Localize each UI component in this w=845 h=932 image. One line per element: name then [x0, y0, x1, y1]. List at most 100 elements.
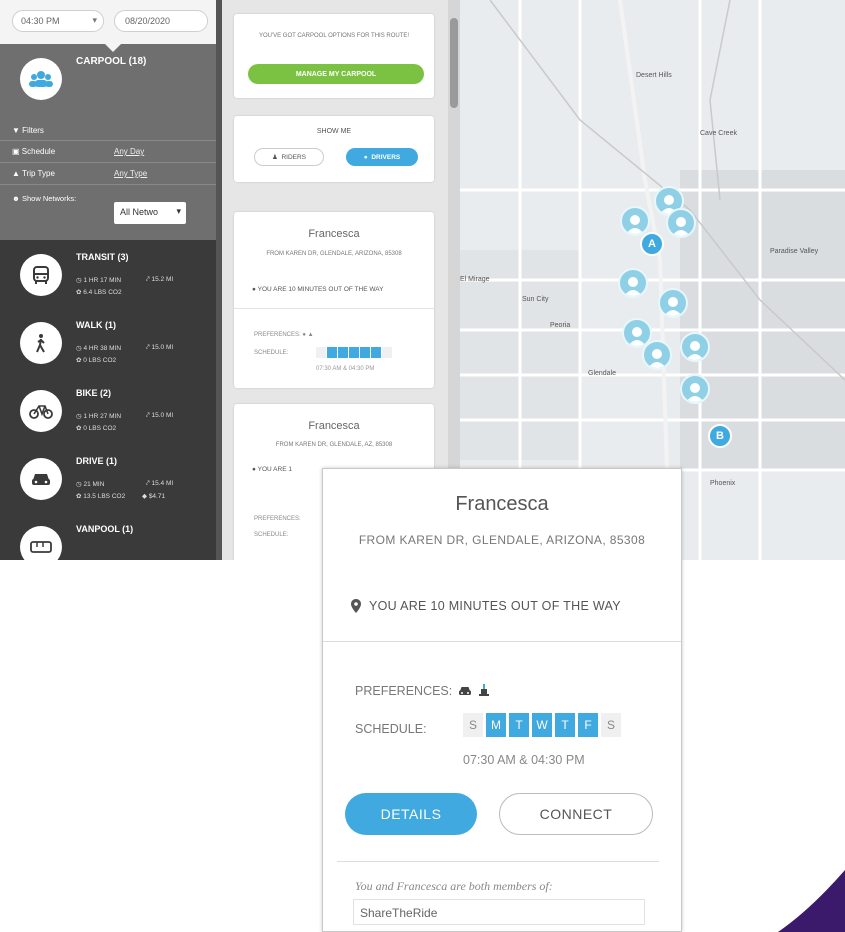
bus-icon: [20, 254, 62, 296]
day-monday: M: [486, 713, 506, 737]
mode-drive[interactable]: DRIVE (1) ◷ 21 MIN ⤤ 15.4 MI ✿ 13.5 LBS …: [0, 448, 222, 512]
map-label: Peoria: [550, 322, 571, 329]
divider: [337, 861, 659, 862]
bag-icon: ▲: [307, 332, 314, 338]
driver-avatar-pin[interactable]: [658, 288, 688, 318]
driver-from: FROM KAREN DR, GLENDALE, AZ, 85308: [275, 442, 393, 448]
preferences-label: PREFERENCES:: [355, 684, 453, 698]
shared-membership-text: You and Francesca are both members of:: [355, 879, 553, 893]
options-text: YOU'VE GOT CARPOOL OPTIONS FOR THIS ROUT…: [258, 33, 410, 39]
day-tuesday: T: [509, 713, 529, 737]
luggage-icon: [479, 684, 490, 696]
schedule-time: 07:30 AM & 04:30 PM: [463, 753, 585, 767]
leaf-icon: ✿: [76, 425, 82, 432]
day-wednesday: W: [532, 713, 552, 737]
time-value: 04:30 PM: [21, 16, 60, 26]
van-icon: [20, 526, 62, 560]
driver-away: ● YOU ARE 1: [252, 466, 292, 473]
carpool-icon: [20, 58, 62, 100]
drive-duration: ◷ 21 MIN: [76, 481, 105, 488]
schedule-label: SCHEDULE:: [355, 722, 427, 736]
driver-avatar-pin[interactable]: [620, 206, 650, 236]
route-icon: ⤤: [146, 344, 150, 351]
bike-icon: [20, 390, 62, 432]
date-value: 08/20/2020: [125, 16, 171, 26]
chevron-down-icon: ▾: [176, 206, 181, 216]
mode-vanpool[interactable]: VANPOOL (1): [0, 516, 222, 560]
mode-transit[interactable]: TRANSIT (3) ◷ 1 HR 17 MIN ⤤ 15.2 MI ✿ 6.…: [0, 244, 222, 308]
driver-avatar-pin[interactable]: [680, 374, 710, 404]
date-input[interactable]: 08/20/2020: [114, 10, 208, 32]
driver-name: Francesca: [308, 228, 360, 240]
location-pin-icon: ●: [252, 466, 256, 473]
schedule-filter-value[interactable]: Any Day: [114, 147, 144, 156]
schedule-filter-label: Schedule: [21, 147, 56, 156]
map-label: Glendale: [588, 370, 617, 377]
driver-away: ● YOU ARE 10 MINUTES OUT OF THE WAY: [252, 286, 384, 293]
drive-co2: ✿ 13.5 LBS CO2: [76, 493, 126, 500]
manage-carpool-button[interactable]: MANAGE MY CARPOOL: [248, 64, 424, 84]
people-icon: ☻: [12, 194, 20, 203]
driver-preferences: PREFERENCES: ● ▲: [254, 332, 314, 338]
driver-schedule-label: SCHEDULE:: [254, 532, 289, 538]
mode-walk[interactable]: WALK (1) ◷ 4 HR 38 MIN ⤤ 15.0 MI ✿ 0 LBS…: [0, 312, 222, 376]
driver-avatar-pin[interactable]: [666, 208, 696, 238]
detour-text: YOU ARE 10 MINUTES OUT OF THE WAY: [369, 599, 621, 613]
carpool-mode-panel[interactable]: CARPOOL (18) ▼ Filters ▣ Schedule Any Da…: [0, 43, 222, 240]
vanpool-label: VANPOOL (1): [76, 524, 134, 534]
drive-distance: ⤤ 15.4 MI: [146, 480, 174, 487]
networks-select[interactable]: All Netwo ▾: [114, 202, 186, 224]
walk-distance: ⤤ 15.0 MI: [146, 344, 174, 351]
drivers-toggle[interactable]: ● DRIVERS: [346, 148, 418, 166]
driver-card[interactable]: Francesca FROM KAREN DR, GLENDALE, ARIZO…: [234, 212, 434, 388]
driver-schedule-days: [316, 347, 392, 358]
trip-type-value[interactable]: Any Type: [114, 169, 147, 178]
driver-avatar-pin[interactable]: [642, 340, 672, 370]
map-label: Cave Creek: [700, 130, 737, 137]
day-thursday: T: [555, 713, 575, 737]
driver-avatar-pin[interactable]: [618, 268, 648, 298]
scrollbar-thumb[interactable]: [450, 18, 458, 108]
driver-time: 07:30 AM & 04:30 PM: [316, 366, 375, 372]
map-label: Phoenix: [710, 480, 736, 487]
walk-co2: ✿ 0 LBS CO2: [76, 357, 117, 364]
trip-time-bar: 04:30 PM ▾ 08/20/2020: [0, 0, 222, 44]
calendar-icon: ▣: [12, 147, 20, 156]
route-icon: ⤤: [146, 276, 150, 283]
leaf-icon: ✿: [76, 357, 82, 364]
driver-schedule-label: SCHEDULE:: [254, 350, 289, 356]
selection-notch: [104, 43, 122, 52]
person-icon: ♟: [271, 154, 278, 161]
car-icon: ▲: [12, 169, 20, 178]
walk-label: WALK (1): [76, 320, 116, 330]
mode-bike[interactable]: BIKE (2) ◷ 1 HR 27 MIN ⤤ 15.0 MI ✿ 0 LBS…: [0, 380, 222, 444]
divider: [323, 641, 681, 642]
driver-from: FROM KAREN DR, GLENDALE, ARIZONA, 85308: [266, 251, 402, 257]
driver-avatar-pin[interactable]: [680, 332, 710, 362]
clock-icon: ◷: [76, 413, 82, 420]
driver-from: FROM KAREN DR, GLENDALE, ARIZONA, 85308: [358, 533, 646, 547]
riders-toggle[interactable]: ♟ RIDERS: [254, 148, 324, 166]
drive-cost: ◆ $4.71: [142, 493, 166, 500]
show-me-card: SHOW ME ♟ RIDERS ● DRIVERS: [234, 116, 434, 182]
corner-accent-shape: [778, 870, 845, 932]
day-saturday: S: [601, 713, 621, 737]
trip-type-label: Trip Type: [22, 169, 55, 178]
origin-marker-a[interactable]: A: [640, 232, 664, 256]
driver-detail-card: Francesca FROM KAREN DR, GLENDALE, ARIZO…: [322, 468, 682, 932]
details-button[interactable]: DETAILS: [345, 793, 477, 835]
destination-marker-b[interactable]: B: [708, 424, 732, 448]
filters-row[interactable]: ▼ Filters: [0, 120, 222, 141]
leaf-icon: ✿: [76, 289, 82, 296]
drive-label: DRIVE (1): [76, 456, 118, 466]
options-card: YOU'VE GOT CARPOOL OPTIONS FOR THIS ROUT…: [234, 14, 434, 98]
time-select[interactable]: 04:30 PM ▾: [12, 10, 104, 32]
networks-label: ☻ Show Networks:: [12, 194, 77, 203]
preferences-row: PREFERENCES:: [355, 684, 490, 698]
connect-button[interactable]: CONNECT: [499, 793, 653, 835]
filters-label: ▼ Filters: [12, 126, 44, 135]
mode-sidebar: 04:30 PM ▾ 08/20/2020 CARPOOL (18) ▼ Fil…: [0, 0, 222, 560]
route-icon: ⤤: [146, 480, 150, 487]
bike-distance: ⤤ 15.0 MI: [146, 412, 174, 419]
bike-duration: ◷ 1 HR 27 MIN: [76, 413, 122, 420]
